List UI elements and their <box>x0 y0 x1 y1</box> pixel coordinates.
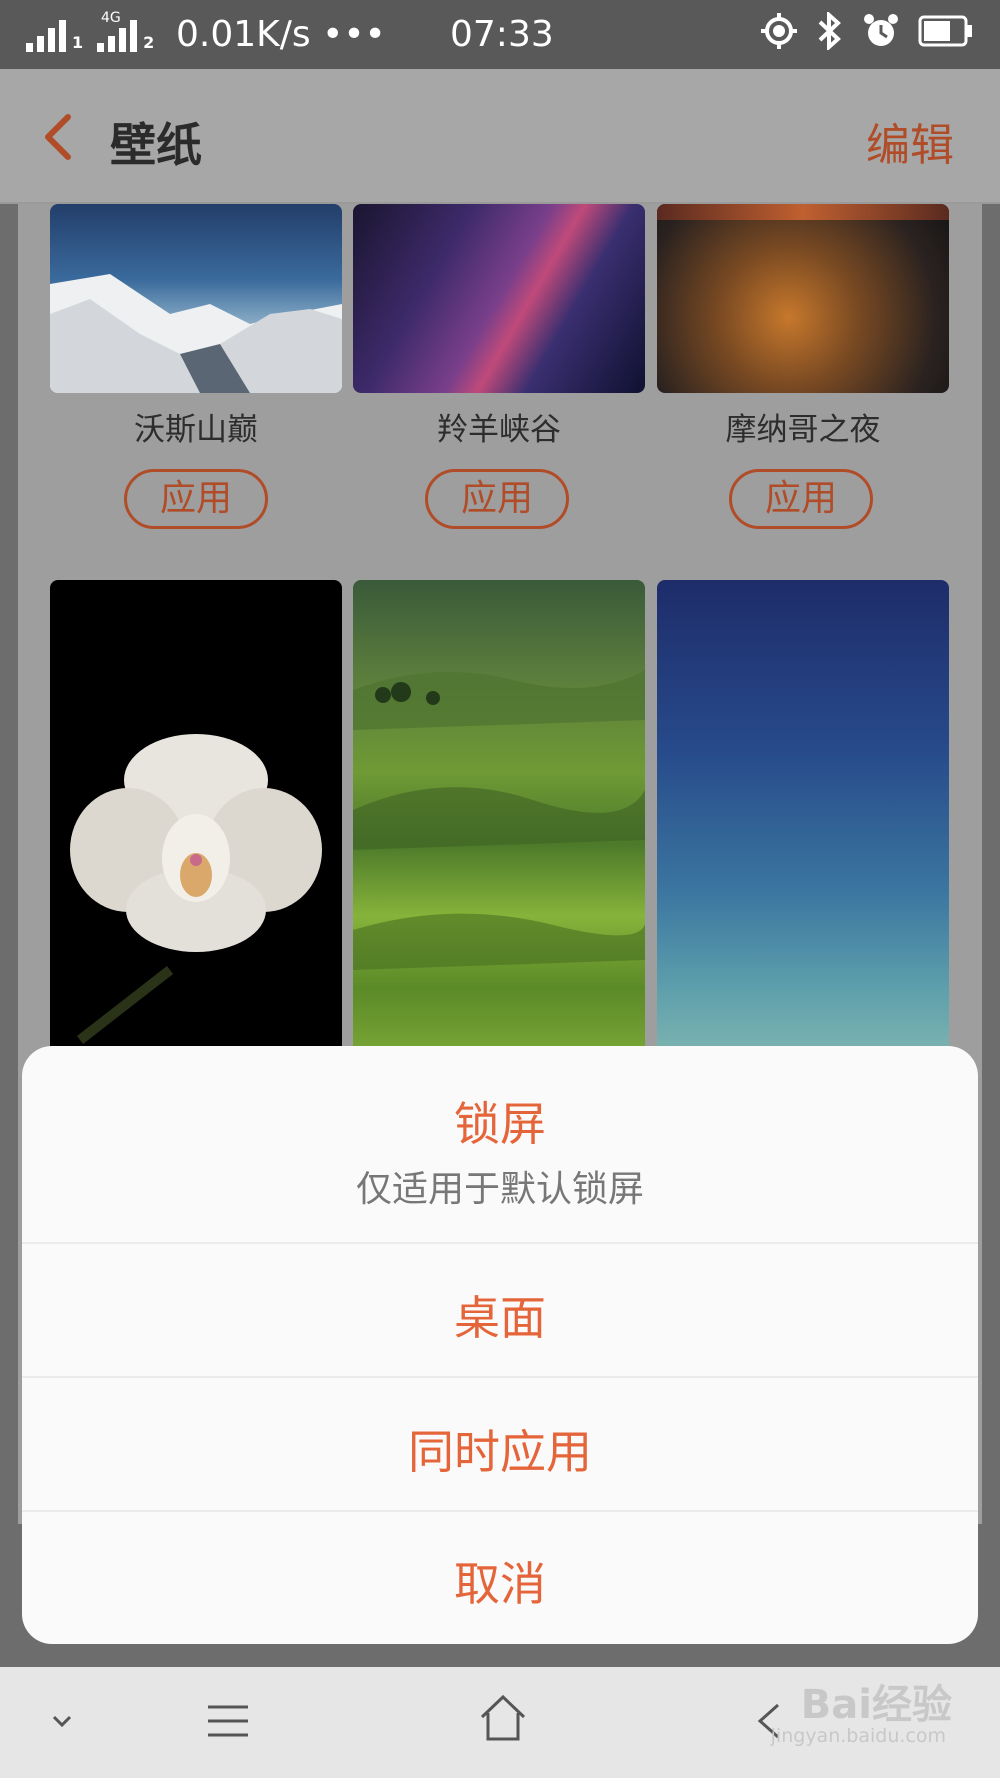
status-icons <box>760 12 974 50</box>
battery-icon <box>918 15 972 47</box>
back-chevron-icon[interactable] <box>38 109 86 165</box>
signal-bar-icon <box>26 43 33 52</box>
signal-bar-icon <box>59 20 66 52</box>
signal-bar-icon <box>48 28 55 52</box>
wallpaper-thumbnail[interactable] <box>50 204 342 393</box>
cancel-option[interactable]: 取消 <box>22 1548 978 1614</box>
page-title: 壁纸 <box>110 118 202 172</box>
wallpaper-name: 羚羊峡谷 <box>437 412 561 448</box>
network-speed: 0.01K/s ••• <box>176 14 386 55</box>
app-header: 壁纸 编辑 <box>0 69 1000 204</box>
divider <box>22 1510 978 1512</box>
signal-indicators: 1 2 <box>26 18 164 52</box>
divider <box>22 1242 978 1244</box>
lock-screen-note: 仅适用于默认锁屏 <box>355 1169 644 1210</box>
signal-bar-icon <box>119 28 127 52</box>
status-bar: 1 2 4G 0.01K/s ••• 07:33 <box>0 0 1000 69</box>
apply-options-sheet: 锁屏 仅适用于默认锁屏 桌面 同时应用 取消 <box>22 1046 978 1644</box>
apply-both-option[interactable]: 同时应用 <box>22 1416 978 1482</box>
signal-bar-icon <box>130 20 138 52</box>
watermark-url: jingyan.baidu.com <box>770 1725 946 1747</box>
signal-bar-icon <box>97 43 105 52</box>
alarm-icon <box>864 14 898 46</box>
menu-icon[interactable] <box>204 1701 252 1741</box>
signal-bar-icon <box>108 36 116 52</box>
wallpaper-thumbnail[interactable] <box>657 580 949 1060</box>
desktop-option[interactable]: 桌面 <box>22 1282 978 1348</box>
apply-button[interactable]: 应用 <box>425 469 569 529</box>
signal-bar-icon <box>37 36 44 52</box>
bluetooth-icon <box>818 12 841 50</box>
edit-button[interactable]: 编辑 <box>866 109 954 173</box>
apply-button[interactable]: 应用 <box>124 469 268 529</box>
wallpaper-thumbnail[interactable] <box>657 204 949 393</box>
sim2-label: 2 <box>143 33 155 52</box>
chevron-down-icon[interactable] <box>48 1707 76 1735</box>
watermark-logo: Bai经验 <box>800 1682 952 1728</box>
clock: 07:33 <box>450 14 554 55</box>
sim1-label: 1 <box>72 33 84 52</box>
wallpaper-thumbnail[interactable] <box>353 580 645 1060</box>
wallpaper-name: 沃斯山巅 <box>134 412 258 448</box>
home-icon[interactable] <box>478 1693 528 1743</box>
wallpaper-thumbnail[interactable] <box>50 580 342 1060</box>
divider <box>22 1376 978 1378</box>
wallpaper-thumbnail[interactable] <box>353 204 645 393</box>
lock-screen-option[interactable]: 锁屏 <box>22 1088 978 1154</box>
wallpaper-name: 摩纳哥之夜 <box>725 412 881 448</box>
network-type: 4G <box>101 10 121 26</box>
location-icon <box>761 13 797 49</box>
apply-button[interactable]: 应用 <box>729 469 873 529</box>
